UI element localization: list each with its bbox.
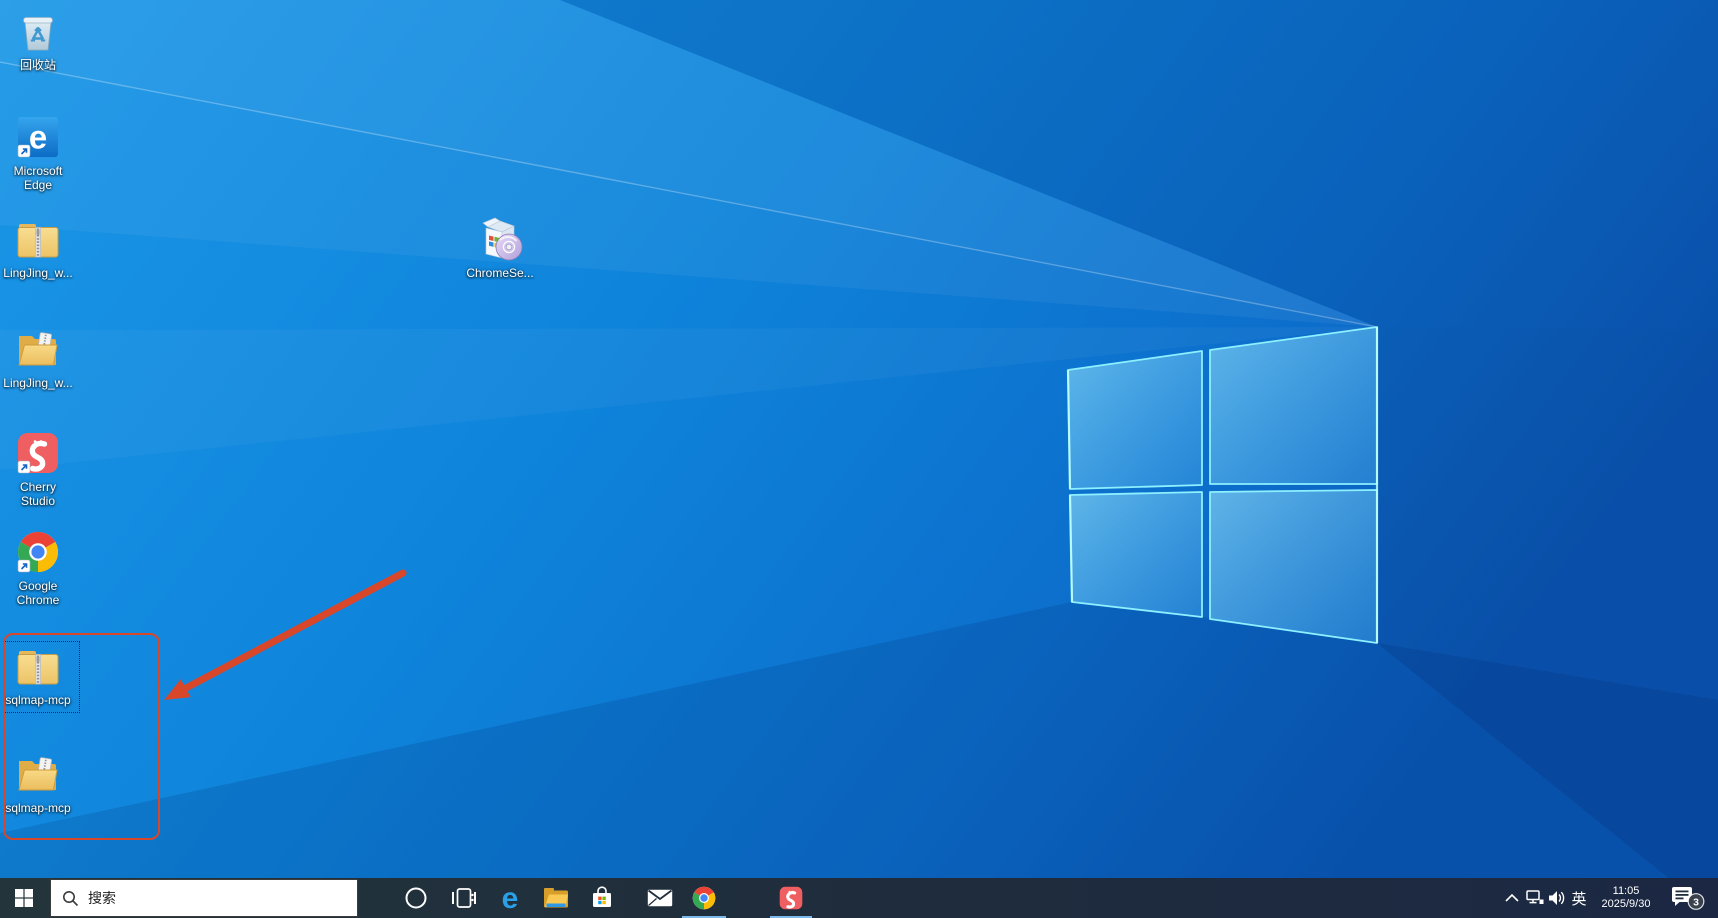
desktop-icon-label: LingJing_w... <box>3 376 73 390</box>
desktop-icon-label: ChromeSe... <box>466 266 534 280</box>
wallpaper-windows-hero <box>0 0 1718 918</box>
open-zip-folder-icon <box>15 326 61 372</box>
open-zip-folder-icon <box>15 751 61 797</box>
zip-folder-icon <box>15 216 61 262</box>
desktop-screen: 回收站 e Microsoft Edge LingJing_w... LingJ… <box>0 0 1718 918</box>
network-ethernet-icon <box>1526 890 1544 904</box>
mail-envelope-icon <box>647 889 673 907</box>
shortcut-arrow-icon <box>17 144 31 158</box>
start-button[interactable] <box>0 878 48 918</box>
desktop-icon-label: Microsoft Edge <box>13 164 63 192</box>
cortana-circle-icon <box>405 887 427 909</box>
file-explorer-button[interactable] <box>534 878 578 918</box>
chrome-icon <box>692 886 716 910</box>
desktop-icon-microsoft-edge[interactable]: e Microsoft Edge <box>0 114 76 192</box>
desktop-icon-label: LingJing_w... <box>3 266 73 280</box>
desktop-icon-google-chrome[interactable]: Google Chrome <box>0 529 76 607</box>
chevron-up-icon <box>1505 894 1519 902</box>
chrome-taskbar-button[interactable] <box>682 878 726 918</box>
tray-time: 11:05 <box>1612 885 1640 897</box>
folder-icon <box>544 888 568 908</box>
search-icon <box>63 890 79 906</box>
microsoft-store-button[interactable] <box>580 878 624 918</box>
selection-focus-rect <box>3 641 80 713</box>
desktop-icon-label: Google Chrome <box>16 579 60 607</box>
tray-volume-button[interactable] <box>1546 878 1568 918</box>
tray-show-hidden-icons[interactable] <box>1500 878 1524 918</box>
desktop-icon-lingjing-zip[interactable]: LingJing_w... <box>0 216 76 280</box>
installer-disc-icon <box>476 214 524 262</box>
tray-clock[interactable]: 11:05 2025/9/30 <box>1592 878 1660 918</box>
desktop-icon-lingjing-folder[interactable]: LingJing_w... <box>0 326 76 390</box>
action-center-button[interactable]: 3 <box>1668 878 1708 918</box>
notification-icon: 3 <box>1672 887 1705 910</box>
task-view-icon <box>452 888 476 908</box>
edge-e-icon: e <box>502 882 519 914</box>
desktop-icon-recycle-bin[interactable]: 回收站 <box>0 8 76 72</box>
cherry-studio-taskbar-button[interactable] <box>769 878 813 918</box>
desktop-icon-label: 回收站 <box>19 58 56 72</box>
desktop-icon-label: sqlmap-mcp <box>5 801 71 815</box>
taskbar: 搜索 e 英 11:05 2025/9/30 3 <box>0 878 1718 918</box>
svg-text:e: e <box>502 882 519 914</box>
cherry-studio-icon <box>779 886 803 910</box>
svg-text:e: e <box>29 119 47 156</box>
tray-network-button[interactable] <box>1524 878 1546 918</box>
recycle-bin-icon <box>15 8 61 54</box>
cortana-button[interactable] <box>394 878 438 918</box>
windows-logo-icon <box>15 889 33 907</box>
desktop-icon-label: Cherry Studio <box>19 480 56 508</box>
tray-date: 2025/9/30 <box>1601 898 1651 910</box>
shortcut-arrow-icon <box>17 460 31 474</box>
search-placeholder: 搜索 <box>88 890 116 906</box>
notification-badge: 3 <box>1693 896 1699 908</box>
desktop-icon-cherry-studio[interactable]: Cherry Studio <box>0 430 76 508</box>
taskbar-search-input[interactable]: 搜索 <box>50 879 358 917</box>
mail-button[interactable] <box>638 878 682 918</box>
edge-taskbar-button[interactable]: e <box>488 878 532 918</box>
edge-icon: e <box>15 114 61 160</box>
cherry-studio-icon <box>15 430 61 476</box>
desktop-icon-chrome-setup[interactable]: ChromeSe... <box>460 214 540 280</box>
desktop-icon-sqlmap-mcp-folder[interactable]: sqlmap-mcp <box>0 751 76 815</box>
volume-speaker-icon <box>1549 891 1565 905</box>
task-view-button[interactable] <box>442 878 486 918</box>
store-bag-icon <box>593 886 611 907</box>
tray-input-indicator[interactable]: 英 <box>1566 878 1592 918</box>
chrome-icon <box>15 529 61 575</box>
shortcut-arrow-icon <box>17 559 31 573</box>
